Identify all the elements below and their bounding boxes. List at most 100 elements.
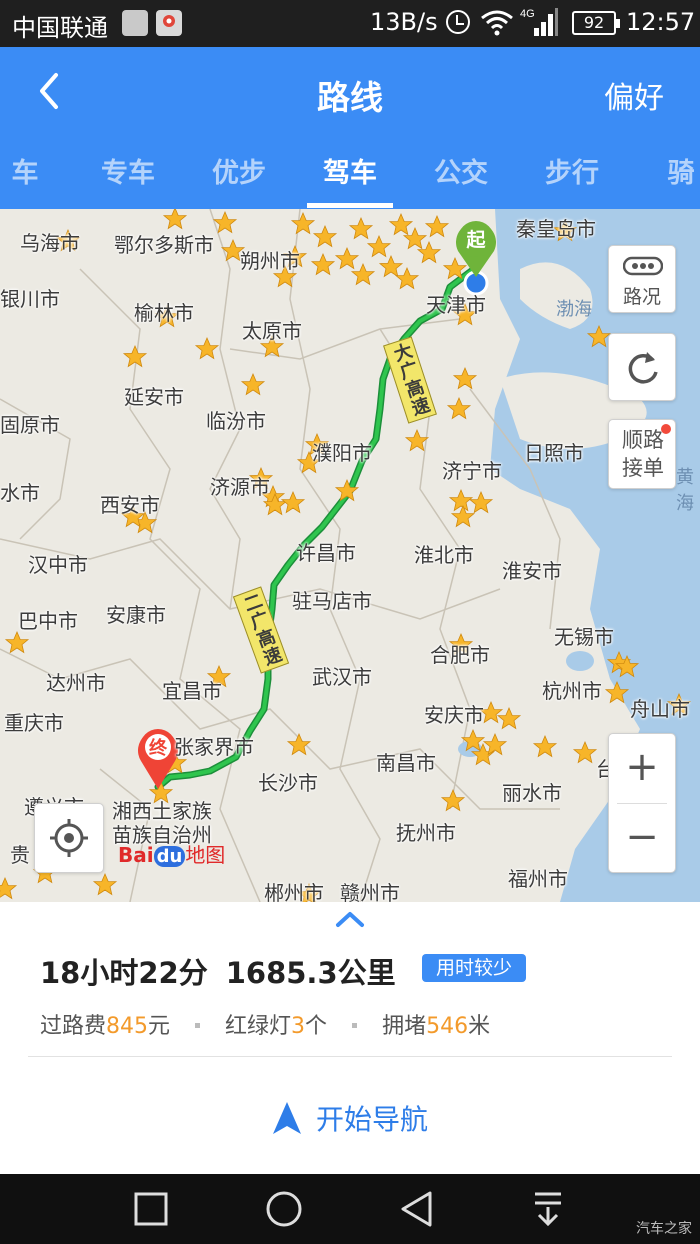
tab-chauffeur[interactable]: 专车 xyxy=(73,151,183,190)
city-label: 日照市 xyxy=(524,441,584,465)
logo-text-map: 地图 xyxy=(185,843,226,867)
city-label: 合肥市 xyxy=(430,643,490,667)
alarm-icon xyxy=(446,10,470,34)
locate-icon xyxy=(50,819,88,857)
city-label: 抚州市 xyxy=(396,821,456,845)
traffic-button[interactable]: 路况 xyxy=(608,245,676,313)
route-distance: 1685.3公里 xyxy=(225,956,396,990)
logo-text-du: du xyxy=(153,846,186,867)
tab-drive[interactable]: 驾车 xyxy=(295,151,405,190)
system-navigation-bar: 汽车之家 xyxy=(0,1174,700,1244)
navigation-arrow-icon xyxy=(272,1102,301,1134)
city-label: 济宁市 xyxy=(442,459,502,483)
city-label: 达州市 xyxy=(46,671,106,695)
city-label: 延安市 xyxy=(124,385,184,409)
carrier-name: 中国联通 xyxy=(12,14,108,42)
city-label: 乌海市 xyxy=(20,231,80,255)
congestion-unit: 米 xyxy=(468,1014,491,1039)
city-label: 朔州市 xyxy=(240,249,300,273)
panel-divider xyxy=(28,1056,672,1057)
network-type: 4G xyxy=(520,8,535,20)
route-mode-tabs: 车 专车 优步 驾车 公交 步行 骑 xyxy=(0,147,700,209)
refresh-icon xyxy=(628,352,658,384)
refresh-button[interactable] xyxy=(608,333,676,401)
separator-dot xyxy=(195,1022,201,1028)
baidu-map-logo: Bai du 地图 xyxy=(118,839,225,868)
logo-text-bai: Bai xyxy=(118,843,154,867)
city-label: 汉中市 xyxy=(28,553,88,577)
city-label: 丽水市 xyxy=(502,781,562,805)
zoom-in-button[interactable]: + xyxy=(609,734,675,804)
chevron-up-icon[interactable] xyxy=(334,910,366,928)
recent-apps-button[interactable] xyxy=(133,1191,169,1227)
city-label: 水市 xyxy=(0,481,40,505)
city-label: 西安市 xyxy=(100,493,160,517)
start-navigation-label: 开始导航 xyxy=(315,1103,428,1136)
tab-uber[interactable]: 优步 xyxy=(184,151,294,190)
city-label: 宜昌市 xyxy=(162,679,222,703)
battery-indicator: 92 xyxy=(572,11,620,35)
active-tab-indicator xyxy=(307,203,393,208)
route-details: 过路费845元 红绿灯3个 拥堵546米 xyxy=(40,1008,490,1040)
tab-cut-left[interactable]: 车 xyxy=(0,151,80,190)
city-label: 濮阳市 xyxy=(312,441,372,465)
route-info-panel[interactable]: 18小时22分 1685.3公里 用时较少 过路费845元 红绿灯3个 拥堵546… xyxy=(0,902,700,1174)
clock: 12:57 xyxy=(626,8,696,36)
city-label: 南昌市 xyxy=(376,751,436,775)
city-label: 长沙市 xyxy=(258,771,318,795)
signal-icon: 4G xyxy=(520,8,558,36)
separator-dot xyxy=(352,1022,358,1028)
city-label: 巴中市 xyxy=(18,609,78,633)
city-label: 赣州市 xyxy=(340,881,400,902)
city-label: 贵 xyxy=(10,843,30,867)
city-label: 无锡市 xyxy=(554,625,614,649)
start-navigation-button[interactable]: 开始导航 xyxy=(0,1098,700,1138)
city-label: 临汾市 xyxy=(206,409,266,433)
screen: 中国联通 13B/s 4G 92 12:57 路线 偏好 车 专车 优步 驾车 … xyxy=(0,0,700,1244)
city-label: 榆林市 xyxy=(134,301,194,325)
status-bar: 中国联通 13B/s 4G 92 12:57 xyxy=(0,0,700,47)
traffic-button-label: 路况 xyxy=(622,286,661,308)
tab-cycle[interactable]: 骑 xyxy=(626,151,700,190)
toll-value: 845 xyxy=(106,1014,149,1039)
home-button[interactable] xyxy=(264,1189,304,1229)
back-nav-button[interactable] xyxy=(398,1190,434,1228)
traffic-lights-value: 3 xyxy=(291,1014,306,1039)
preference-button[interactable]: 偏好 xyxy=(604,73,664,117)
notification-pull-button[interactable] xyxy=(532,1190,564,1228)
city-label: 杭州市 xyxy=(542,679,602,703)
watermark: 汽车之家 xyxy=(636,1221,692,1237)
traffic-lights-unit: 个 xyxy=(305,1014,328,1039)
end-marker-label: 终 xyxy=(149,737,168,759)
sea-label: 黄海 xyxy=(676,467,694,514)
city-label: 固原市 xyxy=(0,413,60,437)
route-header: 路线 偏好 车 专车 优步 驾车 公交 步行 骑 xyxy=(0,47,700,209)
zoom-control: + − xyxy=(608,733,676,873)
city-label: 福州市 xyxy=(508,867,568,891)
city-label: 重庆市 xyxy=(4,711,64,735)
city-label: 许昌市 xyxy=(296,541,356,565)
congestion-label: 拥堵 xyxy=(382,1014,427,1039)
zoom-out-button[interactable]: − xyxy=(609,804,675,874)
city-label: 武汉市 xyxy=(312,665,372,689)
city-label: 鄂尔多斯市 xyxy=(114,233,214,257)
toll-label: 过路费 xyxy=(40,1014,107,1039)
start-marker-label: 起 xyxy=(465,229,486,251)
locate-button[interactable] xyxy=(34,803,104,873)
tab-transit[interactable]: 公交 xyxy=(406,151,516,190)
map-app-icon xyxy=(156,10,182,36)
sea-label: 渤海 xyxy=(556,299,592,320)
wifi-icon xyxy=(481,10,513,36)
congestion-value: 546 xyxy=(426,1014,469,1039)
traffic-icon xyxy=(623,256,663,276)
page-title: 路线 xyxy=(317,78,383,117)
tab-walk[interactable]: 步行 xyxy=(517,151,627,190)
start-marker: 起 xyxy=(456,221,496,296)
city-label: 淮安市 xyxy=(502,559,562,583)
fastest-route-badge: 用时较少 xyxy=(422,954,527,982)
city-label: 秦皇岛市 xyxy=(516,217,596,241)
carpool-button[interactable]: 顺路接单 xyxy=(608,419,676,489)
route-map[interactable]: 起 终 乌海市 鄂尔多斯市 朔州市 秦皇岛市 银川市 榆林市 太原市 天津市 延… xyxy=(0,209,700,902)
network-speed: 13B/s xyxy=(370,8,438,36)
city-label: 郴州市 xyxy=(264,881,324,902)
